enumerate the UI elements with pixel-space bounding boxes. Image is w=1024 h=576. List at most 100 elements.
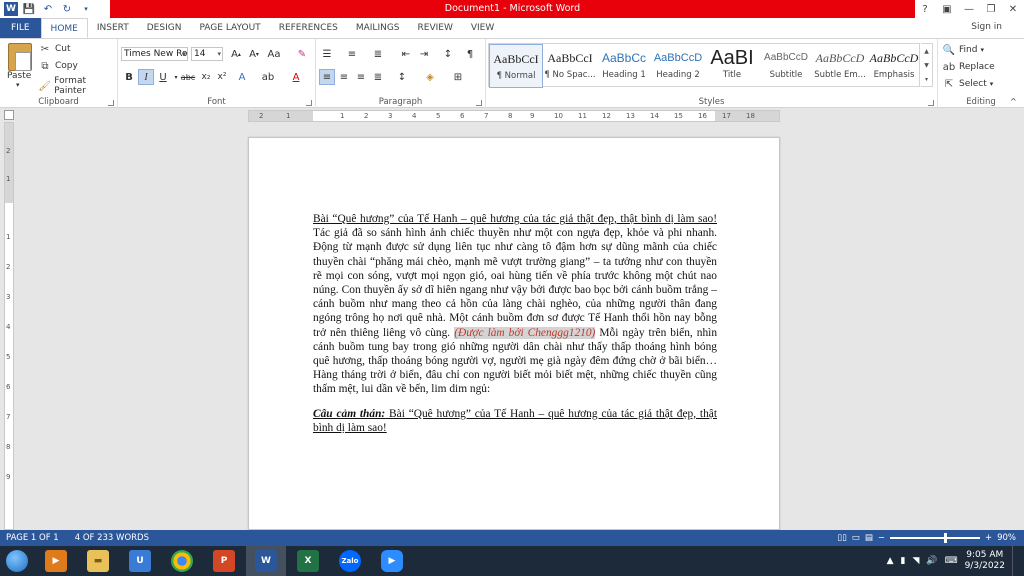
taskbar-app-3[interactable]: U: [120, 546, 160, 576]
document-page[interactable]: Bài “Quê hương” của Tế Hanh – quê hương …: [248, 137, 780, 530]
taskbar-zoom[interactable]: ▶: [372, 546, 412, 576]
sort-icon[interactable]: ↕: [440, 46, 456, 62]
style-heading-2[interactable]: AaBbCcD Heading 2: [651, 44, 705, 88]
read-mode-icon[interactable]: ▯▯: [837, 533, 846, 543]
taskbar-chrome[interactable]: [162, 546, 202, 576]
volume-icon[interactable]: 🔊: [926, 556, 937, 566]
print-layout-icon[interactable]: ▭: [852, 533, 860, 543]
taskbar-excel[interactable]: X: [288, 546, 328, 576]
taskbar-media-player[interactable]: ▶: [36, 546, 76, 576]
taskbar-zalo[interactable]: Zalo: [330, 546, 370, 576]
tab-references[interactable]: REFERENCES: [270, 18, 347, 38]
tab-design[interactable]: DESIGN: [138, 18, 191, 38]
zoom-level[interactable]: 90%: [997, 533, 1016, 543]
cut-button[interactable]: ✂ Cut: [38, 42, 71, 56]
clock[interactable]: 9:05 AM 9/3/2022: [965, 550, 1005, 572]
font-color-icon[interactable]: A: [288, 69, 304, 85]
tab-selector[interactable]: [4, 110, 14, 120]
grow-font-icon[interactable]: A ▴: [228, 46, 244, 62]
keyboard-language-icon[interactable]: ⌨: [945, 556, 958, 566]
paste-button[interactable]: Paste: [7, 71, 31, 81]
style-heading-1[interactable]: AaBbCc Heading 1: [597, 44, 651, 88]
replace-button[interactable]: ab Replace: [942, 60, 995, 74]
gallery-down-icon[interactable]: ▼: [924, 62, 929, 69]
tab-file[interactable]: FILE: [0, 18, 41, 38]
wifi-icon[interactable]: ◥: [912, 556, 919, 566]
bold-icon[interactable]: B: [121, 69, 137, 85]
zoom-slider[interactable]: [889, 533, 980, 543]
align-center-icon[interactable]: ≡: [336, 69, 352, 85]
multilevel-list-icon[interactable]: ≣: [370, 46, 386, 62]
style-emphasis[interactable]: AaBbCcD Emphasis: [867, 44, 921, 88]
align-right-icon[interactable]: ≡: [353, 69, 369, 85]
gallery-up-icon[interactable]: ▲: [924, 48, 929, 55]
paragraph-1[interactable]: Bài “Quê hương” của Tế Hanh – quê hương …: [313, 212, 717, 397]
text-effects-icon[interactable]: A: [234, 69, 250, 85]
help-button[interactable]: ?: [914, 0, 936, 18]
taskbar-file-explorer[interactable]: ▬: [78, 546, 118, 576]
superscript-icon[interactable]: x²: [214, 69, 230, 85]
taskbar-word[interactable]: W: [246, 546, 286, 576]
decrease-indent-icon[interactable]: ⇤: [398, 46, 414, 62]
show-desktop-button[interactable]: [1012, 546, 1018, 576]
tab-mailings[interactable]: MAILINGS: [347, 18, 409, 38]
subscript-icon[interactable]: x₂: [198, 69, 214, 85]
customize-qat-icon[interactable]: ▾: [78, 1, 94, 17]
save-icon[interactable]: 💾: [21, 1, 37, 17]
word-logo-icon[interactable]: W: [4, 2, 18, 16]
increase-indent-icon[interactable]: ⇥: [416, 46, 432, 62]
strikethrough-icon[interactable]: abc: [180, 69, 196, 85]
paste-dropdown-icon[interactable]: ▾: [16, 81, 20, 89]
taskbar-powerpoint[interactable]: P: [204, 546, 244, 576]
close-button[interactable]: ✕: [1002, 0, 1024, 18]
font-launcher-icon[interactable]: [306, 100, 312, 106]
paragraph-launcher-icon[interactable]: [476, 100, 482, 106]
vertical-ruler[interactable]: 2 1 1 2 3 4 5 6 7 8 9: [4, 122, 14, 530]
shrink-font-icon[interactable]: A ▾: [246, 46, 262, 62]
shading-icon[interactable]: ◈: [422, 69, 438, 85]
align-left-icon[interactable]: ≡: [319, 69, 335, 85]
tab-insert[interactable]: INSERT: [88, 18, 138, 38]
line-spacing-icon[interactable]: ↕: [394, 69, 410, 85]
horizontal-ruler[interactable]: 2 1 1 2 3 4 5 6 7 8 9 10 11 12 13 14 15 …: [248, 110, 780, 122]
paste-icon[interactable]: [8, 43, 32, 71]
zoom-thumb[interactable]: [943, 533, 947, 543]
style-title[interactable]: AaBI Title: [705, 44, 759, 88]
highlight-color-icon[interactable]: ab: [260, 69, 276, 85]
justify-icon[interactable]: ≣: [370, 69, 386, 85]
tray-expand-icon[interactable]: ▲: [887, 556, 894, 566]
style-subtle-emphasis[interactable]: AaBbCcD Subtle Em...: [813, 44, 867, 88]
clipboard-launcher-icon[interactable]: [108, 100, 114, 106]
change-case-icon[interactable]: Aa: [266, 46, 282, 62]
select-button[interactable]: ⇱ Select ▾: [942, 77, 993, 91]
zoom-in-icon[interactable]: +: [985, 533, 992, 543]
style-normal[interactable]: AaBbCcI ¶ Normal: [489, 44, 543, 88]
page-count[interactable]: PAGE 1 OF 1: [6, 533, 59, 543]
style-no-spacing[interactable]: AaBbCcI ¶ No Spac...: [543, 44, 597, 88]
minimize-button[interactable]: —: [958, 0, 980, 18]
style-subtitle[interactable]: AaBbCcD Subtitle: [759, 44, 813, 88]
restore-button[interactable]: ❐: [980, 0, 1002, 18]
web-layout-icon[interactable]: ▤: [865, 533, 873, 543]
redo-icon[interactable]: ↻: [59, 1, 75, 17]
show-marks-icon[interactable]: ¶: [462, 46, 478, 62]
document-body[interactable]: Bài “Quê hương” của Tế Hanh – quê hương …: [313, 212, 717, 445]
zoom-out-icon[interactable]: −: [878, 533, 885, 543]
tab-review[interactable]: REVIEW: [409, 18, 462, 38]
font-family-select[interactable]: Times New Ro ▾: [121, 47, 188, 61]
paragraph-2[interactable]: Câu cảm thán: Bài “Quê hương” của Tế Han…: [313, 407, 717, 435]
tab-page-layout[interactable]: PAGE LAYOUT: [190, 18, 269, 38]
font-size-select[interactable]: 14 ▾: [191, 47, 223, 61]
numbering-icon[interactable]: ≡: [344, 46, 360, 62]
sign-in-link[interactable]: Sign in: [971, 22, 1002, 32]
tab-view[interactable]: VIEW: [462, 18, 503, 38]
gallery-more-icon[interactable]: ▾: [925, 76, 928, 83]
undo-icon[interactable]: ↶: [40, 1, 56, 17]
start-button[interactable]: [0, 546, 34, 576]
italic-icon[interactable]: I: [138, 69, 154, 85]
clear-formatting-icon[interactable]: ✎: [294, 46, 310, 62]
copy-button[interactable]: ⧉ Copy: [38, 59, 77, 73]
styles-launcher-icon[interactable]: [928, 100, 934, 106]
borders-icon[interactable]: ⊞: [450, 69, 466, 85]
ribbon-display-icon[interactable]: ▣: [936, 0, 958, 18]
